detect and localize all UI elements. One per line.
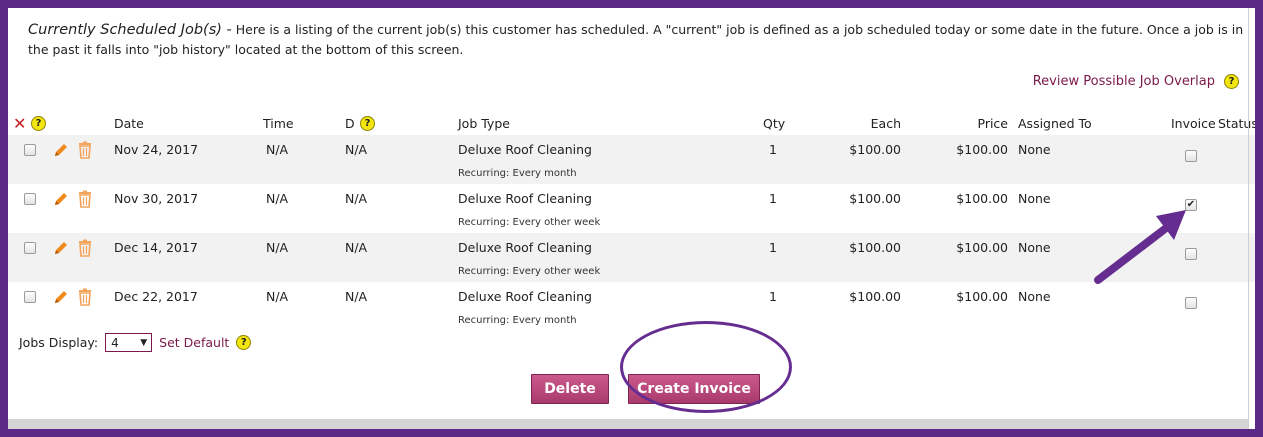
- job-assigned-to: None: [1018, 191, 1051, 206]
- table-row: Dec 22, 2017 N/A N/A Deluxe Roof Cleanin…: [8, 282, 1255, 331]
- help-icon[interactable]: ?: [360, 116, 375, 131]
- jobs-display-label: Jobs Display:: [19, 335, 99, 350]
- pencil-icon[interactable]: [52, 190, 70, 208]
- job-each: $100.00: [849, 191, 901, 206]
- section-title: Currently Scheduled Job(s) -: [28, 22, 232, 38]
- job-recurrence: Recurring: Every month: [458, 168, 577, 179]
- job-assigned-to: None: [1018, 142, 1051, 157]
- right-divider: [1248, 8, 1249, 429]
- trash-icon[interactable]: [77, 239, 93, 257]
- job-assigned-to: None: [1018, 289, 1051, 304]
- caret-down-icon: ▼: [140, 337, 148, 348]
- job-date: Dec 14, 2017: [114, 240, 198, 255]
- jobs-display-value: 4: [111, 335, 119, 350]
- job-date: Nov 24, 2017: [114, 142, 199, 157]
- scheduled-jobs-panel: Currently Scheduled Job(s) - Here is a l…: [8, 8, 1255, 429]
- job-d: N/A: [345, 289, 368, 304]
- review-overlap: Review Possible Job Overlap ?: [1033, 74, 1239, 89]
- job-recurrence: Recurring: Every other week: [458, 266, 601, 277]
- column-header-job-type[interactable]: Job Type: [458, 116, 510, 131]
- job-assigned-to: None: [1018, 240, 1051, 255]
- job-each: $100.00: [849, 240, 901, 255]
- job-qty: 1: [769, 142, 777, 157]
- job-qty: 1: [769, 191, 777, 206]
- job-qty: 1: [769, 240, 777, 255]
- column-header-d[interactable]: D: [345, 116, 355, 131]
- column-header-date[interactable]: Date: [114, 116, 144, 131]
- job-price: $100.00: [956, 289, 1008, 304]
- job-type: Deluxe Roof Cleaning: [458, 289, 592, 304]
- review-overlap-link[interactable]: Review Possible Job Overlap: [1033, 74, 1215, 89]
- column-header-qty[interactable]: Qty: [763, 116, 785, 131]
- job-each: $100.00: [849, 142, 901, 157]
- trash-icon[interactable]: [77, 190, 93, 208]
- column-header-invoice[interactable]: Invoice: [1171, 116, 1216, 131]
- set-default-link[interactable]: Set Default: [159, 335, 229, 350]
- job-qty: 1: [769, 289, 777, 304]
- row-select-checkbox[interactable]: [24, 193, 36, 205]
- job-d: N/A: [345, 191, 368, 206]
- job-type: Deluxe Roof Cleaning: [458, 191, 592, 206]
- job-time: N/A: [266, 240, 289, 255]
- pencil-icon[interactable]: [52, 141, 70, 159]
- trash-icon[interactable]: [77, 288, 93, 306]
- job-price: $100.00: [956, 191, 1008, 206]
- job-d: N/A: [345, 240, 368, 255]
- pencil-icon[interactable]: [52, 288, 70, 306]
- delete-button[interactable]: Delete: [531, 374, 609, 404]
- job-recurrence: Recurring: Every month: [458, 315, 577, 326]
- jobs-display-control: Jobs Display: 4 ▼ Set Default ?: [19, 333, 252, 352]
- intro-text: Currently Scheduled Job(s) - Here is a l…: [28, 20, 1248, 60]
- column-header-assigned-to[interactable]: Assigned To: [1018, 116, 1092, 131]
- column-header-time[interactable]: Time: [263, 116, 294, 131]
- table-row: Nov 30, 2017 N/A N/A Deluxe Roof Cleanin…: [8, 184, 1255, 233]
- annotation-oval: [620, 321, 792, 413]
- job-type: Deluxe Roof Cleaning: [458, 142, 592, 157]
- help-icon[interactable]: ?: [31, 116, 46, 131]
- help-icon[interactable]: ?: [1224, 74, 1239, 89]
- job-type: Deluxe Roof Cleaning: [458, 240, 592, 255]
- job-recurrence: Recurring: Every other week: [458, 217, 601, 228]
- table-header: ✕ ? Date Time D ? Job Type Qty Each Pric…: [8, 112, 1255, 136]
- table-row: Dec 14, 2017 N/A N/A Deluxe Roof Cleanin…: [8, 233, 1255, 282]
- row-select-checkbox[interactable]: [24, 291, 36, 303]
- trash-icon[interactable]: [77, 141, 93, 159]
- job-time: N/A: [266, 142, 289, 157]
- job-price: $100.00: [956, 142, 1008, 157]
- column-header-each[interactable]: Each: [871, 116, 901, 131]
- row-select-checkbox[interactable]: [24, 144, 36, 156]
- job-time: N/A: [266, 191, 289, 206]
- invoice-checkbox[interactable]: [1185, 150, 1197, 162]
- row-select-checkbox[interactable]: [24, 242, 36, 254]
- column-header-price[interactable]: Price: [978, 116, 1009, 131]
- invoice-checkbox[interactable]: [1185, 297, 1197, 309]
- arrow-icon: [1094, 210, 1186, 284]
- horizontal-scrollbar[interactable]: [8, 419, 1248, 429]
- job-d: N/A: [345, 142, 368, 157]
- pencil-icon[interactable]: [52, 239, 70, 257]
- table-row: Nov 24, 2017 N/A N/A Deluxe Roof Cleanin…: [8, 135, 1255, 184]
- job-time: N/A: [266, 289, 289, 304]
- job-price: $100.00: [956, 240, 1008, 255]
- x-icon[interactable]: ✕: [13, 116, 26, 132]
- jobs-display-select[interactable]: 4 ▼: [105, 333, 153, 352]
- job-date: Nov 30, 2017: [114, 191, 199, 206]
- job-date: Dec 22, 2017: [114, 289, 198, 304]
- column-header-status[interactable]: Status: [1218, 116, 1255, 131]
- job-each: $100.00: [849, 289, 901, 304]
- help-icon[interactable]: ?: [236, 335, 252, 350]
